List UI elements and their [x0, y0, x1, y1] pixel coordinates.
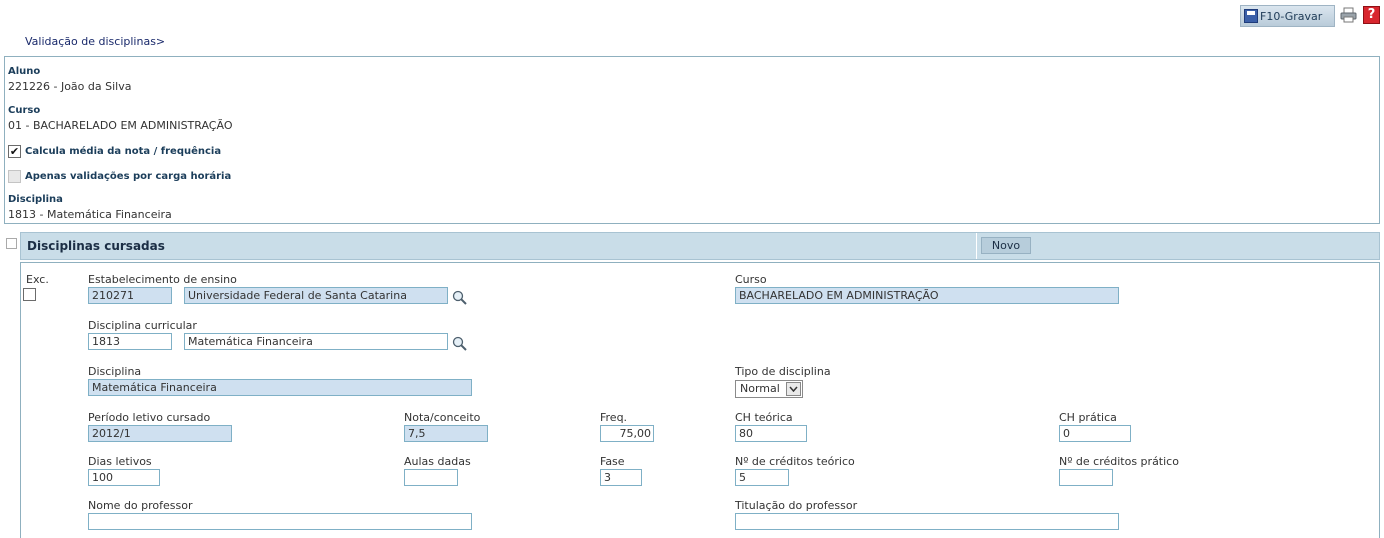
curso-input[interactable]: BACHARELADO EM ADMINISTRAÇÃO	[735, 287, 1119, 304]
fase-label: Fase	[600, 455, 625, 468]
apenas-carga-horaria-checkbox[interactable]	[8, 170, 21, 183]
aulas-dadas-input[interactable]	[404, 469, 458, 486]
aluno-label: Aluno	[8, 66, 41, 77]
freq-label: Freq.	[600, 411, 628, 424]
disciplina-curricular-name-input[interactable]: Matemática Financeira	[184, 333, 448, 350]
breadcrumb: Validação de disciplinas>	[25, 35, 166, 48]
curso-value: 01 - BACHARELADO EM ADMINISTRAÇÃO	[8, 119, 233, 132]
periodo-input[interactable]: 2012/1	[88, 425, 232, 442]
periodo-label: Período letivo cursado	[88, 411, 211, 424]
creditos-pratico-input[interactable]	[1059, 469, 1113, 486]
disciplina-label: Disciplina	[8, 194, 63, 205]
student-info-panel	[4, 56, 1380, 224]
curso-label: Curso	[8, 105, 41, 116]
disciplina-form-label: Disciplina	[88, 365, 142, 378]
tipo-disciplina-select[interactable]: Normal	[735, 380, 803, 398]
creditos-pratico-label: Nº de créditos prático	[1059, 455, 1179, 468]
estabelecimento-code-input[interactable]: 210271	[88, 287, 172, 304]
disciplina-value: 1813 - Matemática Financeira	[8, 208, 172, 221]
dias-letivos-input[interactable]: 100	[88, 469, 160, 486]
titulacao-input[interactable]	[735, 513, 1119, 530]
calcula-media-label: Calcula média da nota / frequência	[25, 146, 222, 157]
calcula-media-checkbox[interactable]: ✔	[8, 145, 21, 158]
tipo-disciplina-label: Tipo de disciplina	[735, 365, 831, 378]
estabelecimento-label: Estabelecimento de ensino	[88, 273, 237, 286]
header-divider	[976, 233, 977, 259]
disciplina-curricular-code-input[interactable]: 1813	[88, 333, 172, 350]
professor-label: Nome do professor	[88, 499, 193, 512]
creditos-teorico-label: Nº de créditos teórico	[735, 455, 855, 468]
ch-teorica-label: CH teórica	[735, 411, 793, 424]
ch-teorica-input[interactable]: 80	[735, 425, 807, 442]
dias-letivos-label: Dias letivos	[88, 455, 152, 468]
novo-button[interactable]: Novo	[981, 237, 1031, 254]
disciplinas-cursadas-header: Disciplinas cursadas Novo	[20, 232, 1380, 260]
aulas-dadas-label: Aulas dadas	[404, 455, 471, 468]
freq-input[interactable]: 75,00	[600, 425, 654, 442]
curso-form-label: Curso	[735, 273, 767, 286]
disciplina-input[interactable]: Matemática Financeira	[88, 379, 472, 396]
help-icon[interactable]: ?	[1363, 6, 1380, 24]
exc-label: Exc.	[26, 273, 49, 286]
creditos-teorico-input[interactable]: 5	[735, 469, 789, 486]
select-all-checkbox[interactable]	[6, 238, 17, 249]
ch-pratica-label: CH prática	[1059, 411, 1117, 424]
professor-input[interactable]	[88, 513, 472, 530]
fase-input[interactable]: 3	[600, 469, 642, 486]
search-icon[interactable]	[452, 336, 468, 352]
ch-pratica-input[interactable]: 0	[1059, 425, 1131, 442]
exc-checkbox[interactable]	[23, 288, 36, 301]
save-button-label: F10-Gravar	[1260, 9, 1323, 23]
printer-icon[interactable]	[1340, 7, 1357, 23]
chevron-down-icon	[786, 382, 801, 396]
titulacao-label: Titulação do professor	[735, 499, 858, 512]
disciplina-curricular-label: Disciplina curricular	[88, 319, 197, 332]
floppy-disk-icon	[1244, 9, 1258, 23]
search-icon[interactable]	[452, 290, 468, 306]
estabelecimento-name-input[interactable]: Universidade Federal de Santa Catarina	[184, 287, 448, 304]
apenas-carga-horaria-label: Apenas validações por carga horária	[25, 171, 232, 182]
section-title: Disciplinas cursadas	[27, 239, 165, 253]
nota-label: Nota/conceito	[404, 411, 481, 424]
tipo-disciplina-value: Normal	[740, 382, 780, 395]
save-button[interactable]: F10-Gravar	[1240, 5, 1335, 27]
nota-input[interactable]: 7,5	[404, 425, 488, 442]
aluno-value: 221226 - João da Silva	[8, 80, 132, 93]
